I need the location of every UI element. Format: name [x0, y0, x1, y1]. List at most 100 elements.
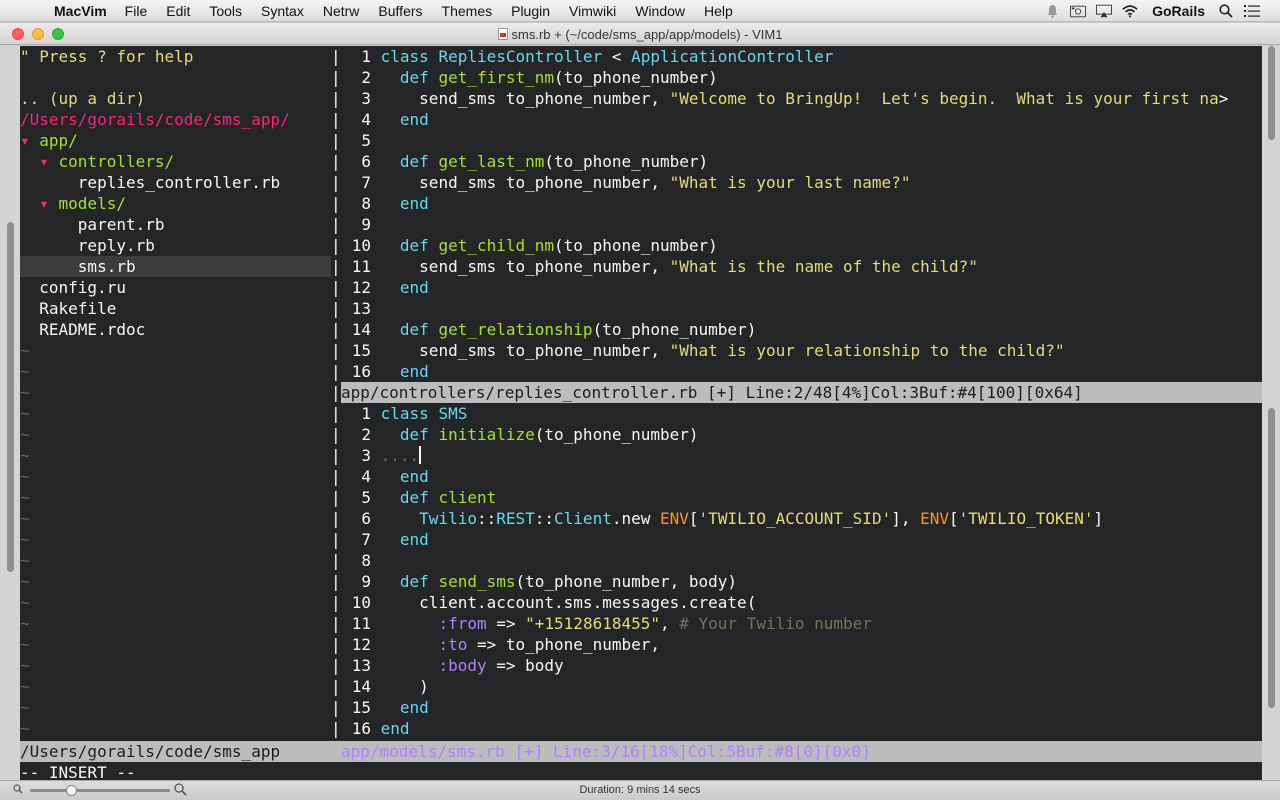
bottom-pane-status: app/models/sms.rb [+] Line:3/16[18%]Col:…	[341, 741, 1262, 762]
code-token: send_sms to_phone_number,	[380, 257, 670, 276]
code-line[interactable]: 4 end	[341, 466, 1262, 487]
tree-item[interactable]: sms.rb	[20, 256, 331, 277]
code-token: ]	[1093, 509, 1104, 528]
user-name[interactable]: GoRails	[1152, 3, 1205, 19]
menu-tools[interactable]: Tools	[209, 3, 242, 19]
right-scrollbar-bottom[interactable]	[1268, 408, 1275, 708]
tree-line[interactable]: .. (up a dir)	[20, 88, 331, 109]
code-line[interactable]: 2 def get_first_nm(to_phone_number)	[341, 67, 1262, 88]
separator-bar: |	[331, 215, 341, 234]
close-button[interactable]	[12, 28, 24, 40]
vim-editor[interactable]: " Press ? for help .. (up a dir) /Users/go…	[0, 46, 1280, 782]
airplay-icon[interactable]	[1096, 4, 1113, 18]
code-line[interactable]: 8 end	[341, 193, 1262, 214]
code-line[interactable]: 10 client.account.sms.messages.create(	[341, 592, 1262, 613]
tree-item[interactable]: reply.rb	[20, 235, 331, 256]
code-line[interactable]: 5 def client	[341, 487, 1262, 508]
code-line[interactable]: 13 :body => body	[341, 655, 1262, 676]
notification-icon[interactable]	[1044, 4, 1060, 18]
tree-item[interactable]: ▾ controllers/	[20, 151, 331, 172]
code-line[interactable]: 2 def initialize(to_phone_number)	[341, 424, 1262, 445]
menu-netrw[interactable]: Netrw	[323, 3, 360, 19]
separator-bar: |	[331, 131, 341, 150]
code-line[interactable]: 1 class RepliesController < ApplicationC…	[341, 46, 1262, 67]
code-token: Client	[554, 509, 612, 528]
code-line[interactable]: 6 Twilio::REST::Client.new ENV['TWILIO_A…	[341, 508, 1262, 529]
code-line[interactable]: 16 end	[341, 361, 1262, 382]
menu-plugin[interactable]: Plugin	[511, 3, 550, 19]
menu-buffers[interactable]: Buffers	[378, 3, 422, 19]
tilde-marker: ~	[20, 614, 30, 633]
menu-themes[interactable]: Themes	[442, 3, 493, 19]
code-line[interactable]: 12 :to => to_phone_number,	[341, 634, 1262, 655]
camera-icon[interactable]	[1070, 4, 1087, 18]
menu-app-name[interactable]: MacVim	[54, 3, 107, 19]
tree-item[interactable]: ▾ models/	[20, 193, 331, 214]
code-token: "What is your last name?"	[669, 173, 911, 192]
code-line[interactable]: 9	[341, 214, 1262, 235]
code-line[interactable]: 15 end	[341, 697, 1262, 718]
code-token: "What is the name of the child?"	[669, 257, 978, 276]
code-line[interactable]: 11 :from => "+15128618455", # Your Twili…	[341, 613, 1262, 634]
bottom-editor-pane[interactable]: 1 class SMS 2 def initialize(to_phone_num…	[341, 403, 1262, 739]
code-line[interactable]: 13	[341, 298, 1262, 319]
code-line[interactable]: 14 )	[341, 676, 1262, 697]
code-line[interactable]: 3 ....	[341, 445, 1262, 466]
code-line[interactable]: 1 class SMS	[341, 403, 1262, 424]
code-line[interactable]: 6 def get_last_nm(to_phone_number)	[341, 151, 1262, 172]
search-icon[interactable]	[1218, 4, 1234, 18]
code-line[interactable]: 7 end	[341, 529, 1262, 550]
nerdtree-panel[interactable]: " Press ? for help .. (up a dir) /Users/go…	[20, 46, 331, 747]
menu-syntax[interactable]: Syntax	[261, 3, 304, 19]
code-line[interactable]: 3 send_sms to_phone_number, "Welcome to …	[341, 88, 1262, 109]
menu-help[interactable]: Help	[704, 3, 733, 19]
tree-dir-name: controllers/	[58, 152, 175, 171]
code-line[interactable]: 10 def get_child_nm(to_phone_number)	[341, 235, 1262, 256]
menu-edit[interactable]: Edit	[166, 3, 190, 19]
tree-item[interactable]: parent.rb	[20, 214, 331, 235]
line-number: 4	[361, 467, 371, 486]
window-title-bar: sms.rb + (~/code/sms_app/app/models) - V…	[0, 23, 1280, 45]
tree-item[interactable]: README.rdoc	[20, 319, 331, 340]
code-line[interactable]: 9 def send_sms(to_phone_number, body)	[341, 571, 1262, 592]
code-line[interactable]: 7 send_sms to_phone_number, "What is you…	[341, 172, 1262, 193]
top-editor-pane[interactable]: 1 class RepliesController < ApplicationC…	[341, 46, 1262, 382]
code-line[interactable]: 15 send_sms to_phone_number, "What is yo…	[341, 340, 1262, 361]
tree-file-name: parent.rb	[77, 215, 165, 234]
code-line[interactable]: 4 end	[341, 109, 1262, 130]
code-line[interactable]: 14 def get_relationship(to_phone_number)	[341, 319, 1262, 340]
recording-duration: Duration: 9 mins 14 secs	[579, 784, 701, 796]
code-line[interactable]: 8	[341, 550, 1262, 571]
zoom-button[interactable]	[52, 28, 64, 40]
line-number: 12	[351, 635, 371, 654]
minimize-button[interactable]	[32, 28, 44, 40]
line-number: 10	[351, 236, 371, 255]
tree-item[interactable]: ▾ app/	[20, 130, 331, 151]
code-line[interactable]: 11 send_sms to_phone_number, "What is th…	[341, 256, 1262, 277]
code-line[interactable]: 16 end	[341, 718, 1262, 739]
menu-window[interactable]: Window	[635, 3, 685, 19]
code-token: <	[602, 47, 632, 66]
tree-item[interactable]: config.ru	[20, 277, 331, 298]
menu-vimwiki[interactable]: Vimwiki	[569, 3, 616, 19]
wifi-icon[interactable]	[1122, 4, 1138, 18]
tree-item[interactable]: replies_controller.rb	[20, 172, 331, 193]
separator-bar: |	[331, 404, 341, 423]
left-scrollbar[interactable]	[7, 222, 14, 572]
code-token: def	[399, 68, 439, 87]
empty-line: ~	[20, 487, 331, 508]
tree-item[interactable]: Rakefile	[20, 298, 331, 319]
list-icon[interactable]	[1244, 4, 1260, 18]
menu-file[interactable]: File	[125, 3, 148, 19]
code-line[interactable]: 12 end	[341, 277, 1262, 298]
code-line[interactable]: 5	[341, 130, 1262, 151]
right-scrollbar-top[interactable]	[1268, 46, 1275, 140]
